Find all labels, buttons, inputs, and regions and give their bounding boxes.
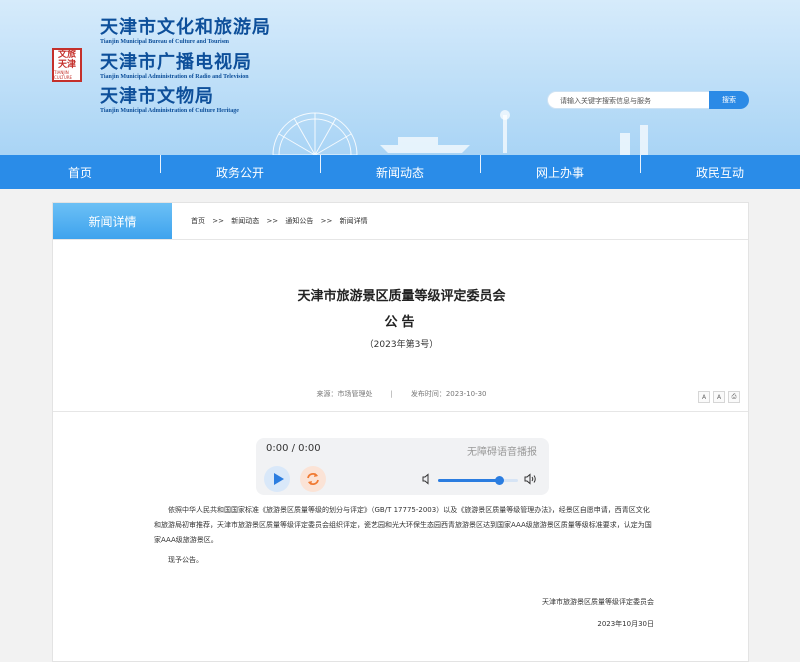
article-issue-number: （2023年第3号） <box>364 340 439 350</box>
detail-tabbar: 新闻详情 首页 >> 新闻动态 >> 通知公告 >> 新闻详情 <box>53 203 748 240</box>
volume-slider-handle[interactable] <box>495 476 504 485</box>
main-nav: 首页 政务公开 新闻动态 网上办事 政民互动 <box>0 154 800 189</box>
article-sign-date: 2023年10月30日 <box>597 620 654 628</box>
nav-item-online-services[interactable]: 网上办事 <box>480 154 640 181</box>
font-decrease-button[interactable]: A <box>698 391 710 403</box>
font-increase-button[interactable]: A <box>713 391 725 403</box>
search-button[interactable]: 搜索 <box>709 91 749 109</box>
article-meta: 来源：市场管理处 | 发布时间：2023-10-30 <box>53 389 750 399</box>
article-panel: 新闻详情 首页 >> 新闻动态 >> 通知公告 >> 新闻详情 天津市旅游景区质… <box>52 202 749 662</box>
nav-item-news[interactable]: 新闻动态 <box>320 154 480 181</box>
org-heritage: 天津市文物局 Tianjin Municipal Administration … <box>100 86 239 115</box>
article-paragraph: 依照中华人民共和国国家标准《旅游景区质量等级的划分与评定》（GB/T 17775… <box>154 506 652 544</box>
article-title: 天津市旅游景区质量等级评定委员会 <box>297 289 506 304</box>
audio-label: 无障碍语音播报 <box>467 447 537 458</box>
print-icon[interactable]: ⎙ <box>728 391 740 403</box>
breadcrumb-notices[interactable]: 通知公告 <box>285 217 313 225</box>
meta-separator: | <box>390 390 393 398</box>
nav-item-interaction[interactable]: 政民互动 <box>640 154 800 181</box>
org-name-en: Tianjin Municipal Administration of Cult… <box>100 108 239 114</box>
org-name-en: Tianjin Municipal Bureau of Culture and … <box>100 39 230 45</box>
search-input[interactable] <box>560 93 710 108</box>
tab-news-detail[interactable]: 新闻详情 <box>53 203 172 239</box>
article-signature: 天津市旅游景区质量等级评定委员会 <box>542 598 654 606</box>
audio-player: 0:00 / 0:00 无障碍语音播报 <box>256 438 549 495</box>
logo-text-top: 文旅 <box>57 50 76 60</box>
site-header: 文旅 天津 TIANJIN CULTURE 天津市文化和旅游局 Tianjin … <box>0 0 800 155</box>
breadcrumb-separator: >> <box>212 217 224 225</box>
breadcrumb-home[interactable]: 首页 <box>191 217 205 225</box>
logo-caption: TIANJIN CULTURE <box>54 70 73 80</box>
volume-low-icon[interactable] <box>421 473 433 485</box>
divider <box>53 411 748 412</box>
audio-time: 0:00 / 0:00 <box>266 443 321 454</box>
nav-item-gov-affairs[interactable]: 政务公开 <box>160 154 320 181</box>
replay-button[interactable] <box>300 466 326 492</box>
org-name-cn: 天津市文化和旅游局 <box>100 17 271 38</box>
volume-high-icon[interactable] <box>524 473 538 485</box>
site-logo[interactable]: 文旅 天津 TIANJIN CULTURE <box>52 48 82 82</box>
org-name-cn: 天津市文物局 <box>100 86 214 107</box>
replay-icon <box>307 473 319 485</box>
breadcrumb: 首页 >> 新闻动态 >> 通知公告 >> 新闻详情 <box>191 216 373 226</box>
article-paragraph: 现予公告。 <box>168 556 203 564</box>
org-culture-tourism: 天津市文化和旅游局 Tianjin Municipal Bureau of Cu… <box>100 17 271 46</box>
org-name-cn: 天津市广播电视局 <box>100 52 252 73</box>
play-icon[interactable] <box>264 466 290 492</box>
logo-text-bottom: 天津 <box>57 60 76 70</box>
org-name-en: Tianjin Municipal Administration of Radi… <box>100 74 249 80</box>
article-date: 发布时间：2023-10-30 <box>410 390 487 398</box>
breadcrumb-current: 新闻详情 <box>339 217 368 225</box>
nav-item-home[interactable]: 首页 <box>0 164 160 181</box>
breadcrumb-separator: >> <box>266 217 279 225</box>
breadcrumb-separator: >> <box>320 217 333 225</box>
article-source: 来源：市场管理处 <box>316 390 373 398</box>
breadcrumb-news[interactable]: 新闻动态 <box>231 217 259 225</box>
article-subtitle: 公告 <box>384 315 419 330</box>
search-box: 搜索 <box>547 91 749 109</box>
volume-fill <box>438 479 498 482</box>
org-radio-tv: 天津市广播电视局 Tianjin Municipal Administratio… <box>100 52 252 81</box>
